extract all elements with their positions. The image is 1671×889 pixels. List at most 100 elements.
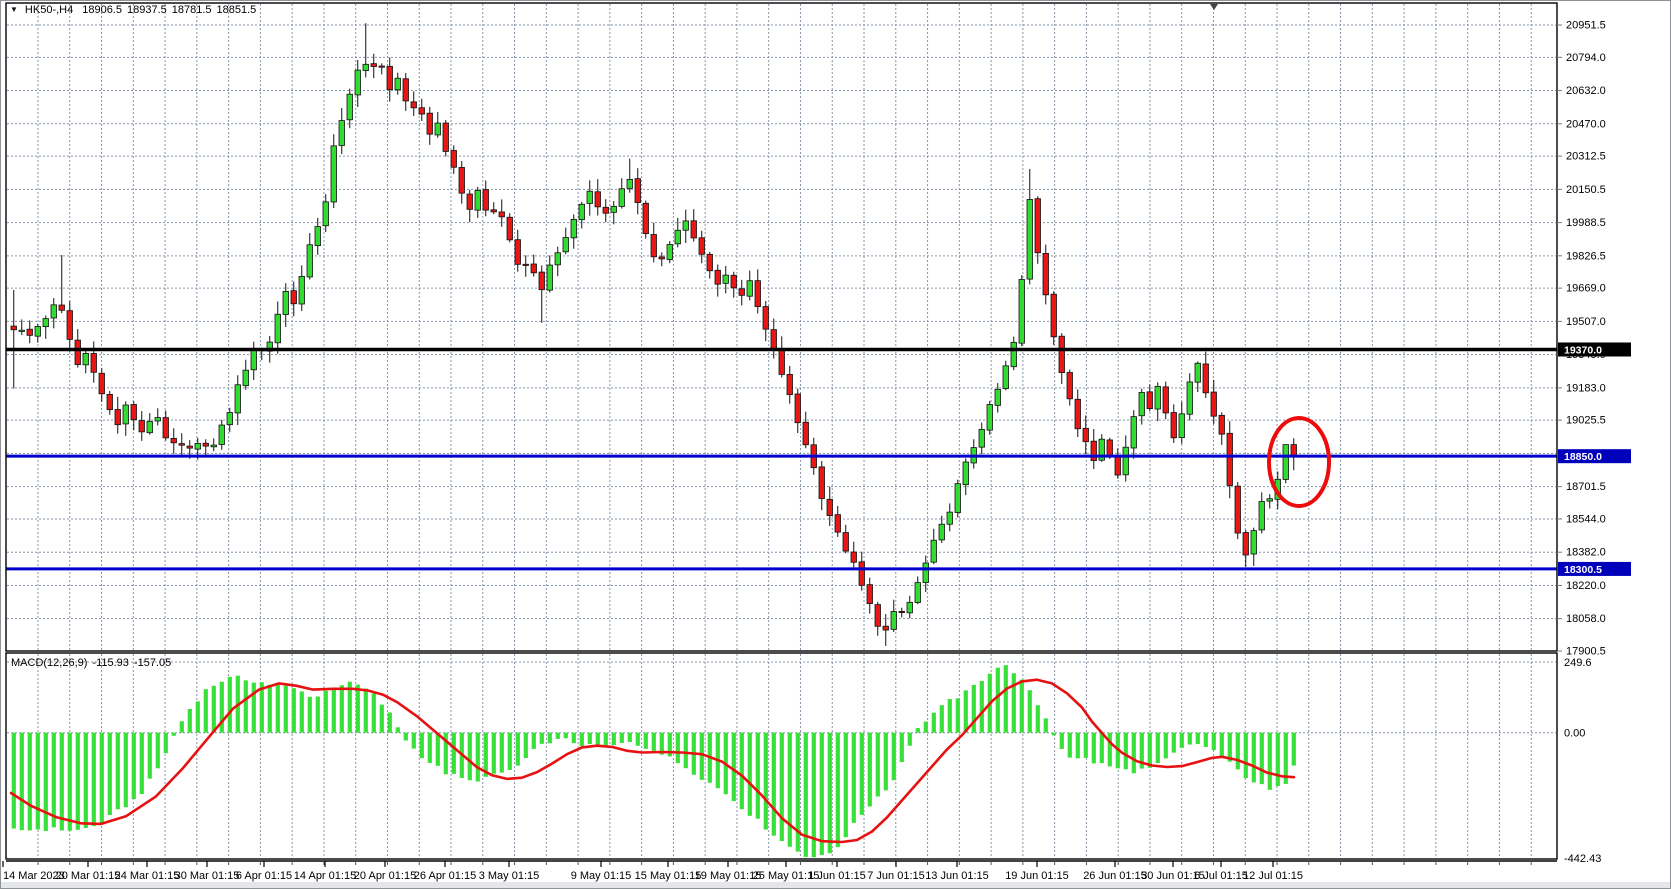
symbol-period-label: HK50-,H4 [24, 4, 74, 16]
macd-histogram-bar [419, 732, 424, 759]
macd-histogram-bar [851, 732, 856, 823]
time-axis-label: 13 Jun 01:15 [925, 870, 989, 882]
candle-body [834, 514, 841, 533]
macd-histogram-bar [499, 732, 504, 773]
candle-body [298, 276, 305, 305]
candle-body [314, 226, 321, 246]
macd-histogram-bar [227, 676, 232, 733]
macd-histogram-bar [819, 732, 824, 855]
macd-histogram-bar [971, 684, 976, 733]
candle-body [954, 483, 961, 513]
macd-histogram-bar [515, 732, 520, 766]
macd-histogram-bar [507, 732, 512, 770]
macd-histogram-bar [803, 732, 808, 857]
candle-body [546, 264, 553, 291]
symbol-dropdown-icon[interactable]: ▼ [10, 5, 18, 14]
macd-histogram-bar [611, 732, 616, 746]
macd-histogram-bar [931, 712, 936, 733]
candle-body [978, 429, 985, 448]
candle-body [218, 424, 225, 445]
macd-histogram-bar [979, 681, 984, 733]
macd-histogram-bar [587, 732, 592, 744]
macd-histogram-bar [1019, 679, 1024, 733]
candle-body [634, 178, 641, 203]
candle-body [578, 203, 585, 221]
macd-histogram-bar [763, 732, 768, 830]
candle-body [186, 445, 193, 449]
candle-body [754, 280, 761, 307]
macd-histogram-bar [491, 732, 496, 774]
macd-histogram-bar [755, 732, 760, 819]
macd-histogram-bar [35, 732, 40, 830]
candle-body [650, 234, 657, 258]
macd-histogram-bar [475, 732, 480, 782]
candle-body [842, 532, 849, 552]
time-axis-label: 19 May 01:15 [695, 870, 762, 882]
macd-axis-label: 249.6 [1564, 657, 1592, 669]
price-level-badge-label: 19370.0 [1564, 344, 1602, 356]
macd-histogram-bar [675, 732, 680, 764]
candle-body [346, 93, 353, 121]
candle-body [426, 112, 433, 135]
time-axis-label: 7 Jun 01:15 [867, 870, 925, 882]
window-bottom-edge [1, 882, 1670, 888]
macd-histogram-bar [251, 682, 256, 733]
macd-main-value: -115.93 [92, 657, 129, 669]
candle-body [1066, 372, 1073, 400]
macd-histogram-bar [107, 732, 112, 815]
macd-histogram-bar [195, 701, 200, 733]
macd-histogram-bar [363, 688, 368, 733]
candle-body [34, 326, 41, 337]
time-axis-label: 9 May 01:15 [571, 870, 632, 882]
candle-body [930, 539, 937, 563]
candle-body [106, 393, 113, 411]
macd-histogram-bar [947, 699, 952, 733]
candle-body [498, 211, 505, 218]
macd-histogram-bar [187, 708, 192, 733]
candle-body [410, 101, 417, 109]
macd-histogram-bar [907, 732, 912, 746]
candle-body [1162, 386, 1169, 414]
candle-body [610, 205, 617, 213]
candle-body [146, 421, 153, 434]
macd-histogram-bar [83, 732, 88, 828]
macd-histogram-bar [651, 732, 656, 753]
candle-body [1026, 199, 1033, 280]
macd-histogram-bar [899, 732, 904, 763]
macd-histogram-bar [1163, 732, 1168, 759]
time-axis-label: 3 May 01:15 [479, 870, 540, 882]
macd-histogram-bar [867, 732, 872, 807]
price-axis-label: 19507.0 [1566, 316, 1606, 328]
macd-histogram-bar [11, 732, 16, 829]
macd-histogram-bar [1267, 732, 1272, 790]
macd-histogram-bar [91, 732, 96, 827]
macd-histogram-bar [275, 684, 280, 733]
candle-body [98, 372, 105, 395]
candle-body [914, 582, 921, 603]
macd-histogram-bar [355, 684, 360, 733]
candle-body [794, 393, 801, 424]
macd-histogram-bar [339, 685, 344, 733]
macd-histogram-bar [579, 732, 584, 747]
price-chart-canvas: 20951.5 20794.0 20632.0 20470.0 20312.5 20150… [1, 1, 1670, 888]
candle-body [122, 404, 129, 425]
candle-body [90, 353, 97, 373]
candle-body [10, 325, 17, 331]
bar-low-value: 18781.5 [171, 4, 212, 16]
price-axis-label: 18220.0 [1566, 580, 1606, 592]
macd-histogram-bar [843, 732, 848, 838]
candle-body [1122, 446, 1129, 476]
price-axis-label: 20632.0 [1566, 85, 1606, 97]
candle-body [394, 77, 401, 91]
macd-histogram-bar [75, 732, 80, 830]
candle-body [538, 271, 545, 291]
candle-body [386, 65, 393, 90]
candle-body [586, 190, 593, 204]
candle-body [458, 167, 465, 194]
macd-histogram-bar [739, 732, 744, 810]
candle-body [290, 290, 297, 305]
macd-histogram-bar [1043, 718, 1048, 733]
macd-name: MACD(12,26,9) [11, 657, 88, 669]
candle-body [210, 444, 217, 448]
macd-histogram-bar [1027, 690, 1032, 733]
